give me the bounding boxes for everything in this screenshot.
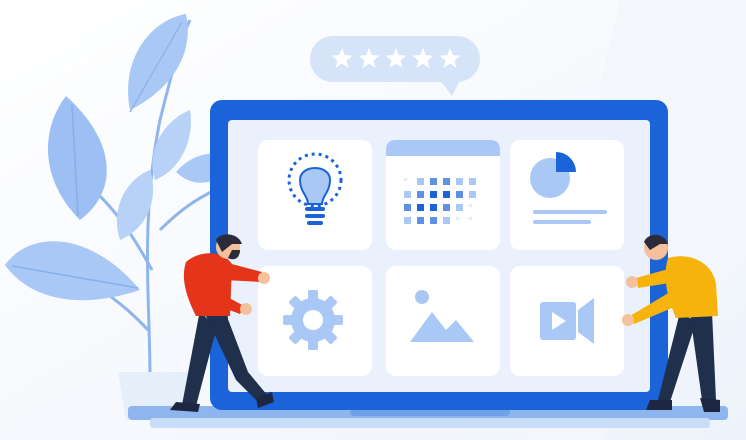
- hero-illustration: [0, 0, 746, 440]
- tile-calendar: [386, 140, 500, 250]
- calendar-cell: [430, 191, 437, 198]
- tile-lightbulb: [258, 140, 372, 250]
- calendar-cell: [469, 178, 476, 185]
- tile-gear: [258, 266, 372, 376]
- calendar-cell: [443, 217, 450, 224]
- calendar-cell: [469, 191, 476, 198]
- calendar-cell: [417, 191, 424, 198]
- calendar-cell: [430, 217, 437, 224]
- calendar-cell: [469, 217, 472, 220]
- calendar-cell: [404, 204, 411, 211]
- calendar-cell: [456, 191, 463, 198]
- tile-pie-chart: [510, 140, 624, 250]
- calendar-cell: [417, 217, 424, 224]
- calendar-cell: [404, 178, 407, 181]
- calendar-cell: [430, 204, 437, 211]
- calendar-cell: [404, 191, 411, 198]
- calendar-cell: [417, 204, 424, 211]
- video-camera-icon: [540, 298, 594, 344]
- calendar-cell: [443, 191, 450, 198]
- tile-video: [510, 266, 624, 376]
- calendar-cell: [443, 204, 450, 211]
- calendar-cell: [456, 178, 463, 185]
- calendar-cell: [430, 178, 437, 185]
- gear-hole: [303, 310, 323, 330]
- calendar-cell: [404, 217, 411, 224]
- calendar-cell: [456, 217, 459, 220]
- calendar-cell: [469, 204, 472, 207]
- calendar-cell: [443, 178, 450, 185]
- gear-icon: [283, 290, 343, 350]
- calendar-cell: [417, 178, 424, 185]
- calendar-cell: [456, 204, 463, 211]
- tile-image: [386, 266, 500, 376]
